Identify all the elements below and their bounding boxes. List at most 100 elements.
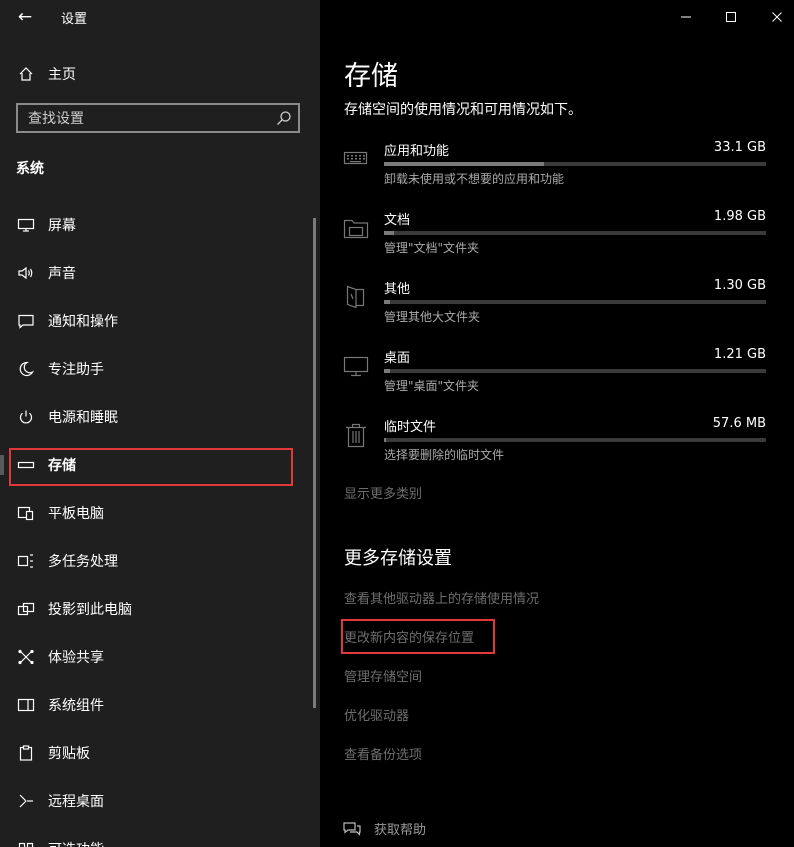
minimize-icon	[680, 11, 692, 23]
storage-category-desktop[interactable]: 桌面 1.21 GB 管理"桌面"文件夹	[342, 347, 772, 410]
minimize-button[interactable]	[673, 6, 699, 28]
category-size: 1.30 GB	[713, 278, 766, 293]
search-input[interactable]	[18, 105, 280, 133]
usage-bar-fill	[384, 300, 391, 304]
sidebar-item-display[interactable]: 屏幕	[0, 205, 314, 245]
close-button[interactable]	[764, 6, 790, 28]
view-other-drives-link[interactable]: 查看其他驱动器上的存储使用情况	[344, 588, 539, 607]
clipboard-icon	[16, 743, 36, 763]
home-icon	[16, 64, 36, 84]
storage-drive-icon	[16, 455, 36, 475]
home-nav-item[interactable]: 主页	[16, 64, 76, 84]
category-size: 57.6 MB	[712, 416, 766, 431]
sidebar-item-multitasking[interactable]: 多任务处理	[0, 541, 314, 581]
sidebar-item-focus-assist[interactable]: 专注助手	[0, 349, 314, 389]
sidebar-item-optional-features[interactable]: 可选功能	[0, 829, 314, 847]
maximize-button[interactable]	[718, 6, 744, 28]
sidebar-item-label: 多任务处理	[48, 554, 118, 570]
monitor-icon	[16, 215, 36, 235]
sidebar-item-label: 剪贴板	[48, 746, 90, 762]
get-help-link[interactable]: 获取帮助	[342, 819, 426, 838]
keyboard-icon	[342, 145, 370, 173]
storage-category-temp-files[interactable]: 临时文件 57.6 MB 选择要删除的临时文件	[342, 416, 772, 479]
manage-storage-spaces-link[interactable]: 管理存储空间	[344, 666, 422, 685]
home-label: 主页	[48, 67, 76, 83]
sidebar-item-label: 通知和操作	[48, 314, 118, 330]
trash-icon	[342, 421, 370, 449]
maximize-icon	[725, 11, 737, 23]
category-subtitle: 管理"文档"文件夹	[384, 241, 480, 255]
back-arrow-icon: ←	[17, 7, 33, 27]
remote-desktop-icon	[16, 791, 36, 811]
usage-bar	[384, 162, 766, 166]
main-content: 存储 存储空间的使用情况和可用情况如下。 应用和功能 33.1 GB 卸载未使用…	[320, 0, 794, 847]
sidebar-item-label: 投影到此电脑	[48, 602, 132, 618]
show-more-categories-link[interactable]: 显示更多类别	[344, 483, 422, 502]
power-icon	[16, 407, 36, 427]
optimize-drives-link[interactable]: 优化驱动器	[344, 705, 409, 724]
usage-bar-fill	[384, 162, 545, 166]
category-subtitle: 管理"桌面"文件夹	[384, 379, 480, 393]
sidebar: ← 设置 主页 系统 屏幕 声音 通知和操作 专注助手	[0, 0, 320, 847]
sidebar-item-label: 电源和睡眠	[48, 410, 118, 426]
sidebar-item-label: 专注助手	[48, 362, 104, 378]
sidebar-scrollbar[interactable]	[313, 218, 316, 708]
page-title: 存储	[344, 61, 398, 92]
category-subtitle: 选择要删除的临时文件	[384, 448, 505, 462]
sidebar-item-clipboard[interactable]: 剪贴板	[0, 733, 314, 773]
category-name: 文档	[384, 213, 411, 228]
storage-category-other[interactable]: 其他 1.30 GB 管理其他大文件夹	[342, 278, 772, 341]
close-icon	[771, 11, 783, 23]
folder-icon	[342, 214, 370, 242]
search-icon[interactable]	[276, 110, 292, 126]
usage-bar-fill	[384, 369, 391, 373]
desktop-monitor-icon	[342, 352, 370, 380]
sidebar-item-label: 远程桌面	[48, 794, 104, 810]
category-name: 临时文件	[384, 420, 437, 435]
sidebar-item-notifications[interactable]: 通知和操作	[0, 301, 314, 341]
section-label-system: 系统	[16, 161, 44, 177]
change-save-location-link[interactable]: 更改新内容的保存位置	[344, 627, 474, 646]
more-storage-settings-heading: 更多存储设置	[344, 548, 452, 569]
sidebar-item-remote-desktop[interactable]: 远程桌面	[0, 781, 314, 821]
category-size: 33.1 GB	[713, 140, 766, 155]
sidebar-item-label: 系统组件	[48, 698, 104, 714]
category-name: 其他	[384, 282, 411, 297]
help-chat-icon	[342, 820, 362, 838]
category-subtitle: 卸载未使用或不想要的应用和功能	[384, 172, 565, 186]
speaker-icon	[16, 263, 36, 283]
back-button[interactable]: ←	[14, 6, 36, 28]
sidebar-item-sound[interactable]: 声音	[0, 253, 314, 293]
usage-bar	[384, 438, 766, 442]
usage-bar	[384, 369, 766, 373]
search-box[interactable]	[16, 103, 300, 133]
storage-category-apps[interactable]: 应用和功能 33.1 GB 卸载未使用或不想要的应用和功能	[342, 140, 772, 203]
help-label: 获取帮助	[374, 823, 427, 838]
usage-bar	[384, 231, 766, 235]
category-name: 桌面	[384, 351, 411, 366]
category-name: 应用和功能	[384, 144, 450, 159]
sidebar-item-tablet[interactable]: 平板电脑	[0, 493, 314, 533]
sidebar-item-label: 平板电脑	[48, 506, 104, 522]
category-subtitle: 管理其他大文件夹	[384, 310, 481, 324]
usage-bar	[384, 300, 766, 304]
sidebar-item-project-to-pc[interactable]: 投影到此电脑	[0, 589, 314, 629]
message-icon	[16, 311, 36, 331]
window-title: 设置	[61, 12, 88, 27]
sidebar-item-label: 体验共享	[48, 650, 104, 666]
sidebar-item-storage[interactable]: 存储	[0, 445, 314, 485]
sidebar-item-system-components[interactable]: 系统组件	[0, 685, 314, 725]
usage-bar-fill	[384, 231, 394, 235]
sidebar-item-label: 可选功能	[48, 839, 104, 847]
shared-experience-icon	[16, 647, 36, 667]
category-size: 1.21 GB	[713, 347, 766, 362]
project-icon	[16, 599, 36, 619]
other-file-icon	[342, 283, 370, 311]
view-backup-options-link[interactable]: 查看备份选项	[344, 744, 422, 763]
optional-features-icon	[16, 839, 36, 847]
sidebar-item-shared-experiences[interactable]: 体验共享	[0, 637, 314, 677]
sidebar-item-label: 声音	[48, 266, 76, 282]
storage-category-documents[interactable]: 文档 1.98 GB 管理"文档"文件夹	[342, 209, 772, 272]
sidebar-item-power-sleep[interactable]: 电源和睡眠	[0, 397, 314, 437]
moon-icon	[16, 359, 36, 379]
